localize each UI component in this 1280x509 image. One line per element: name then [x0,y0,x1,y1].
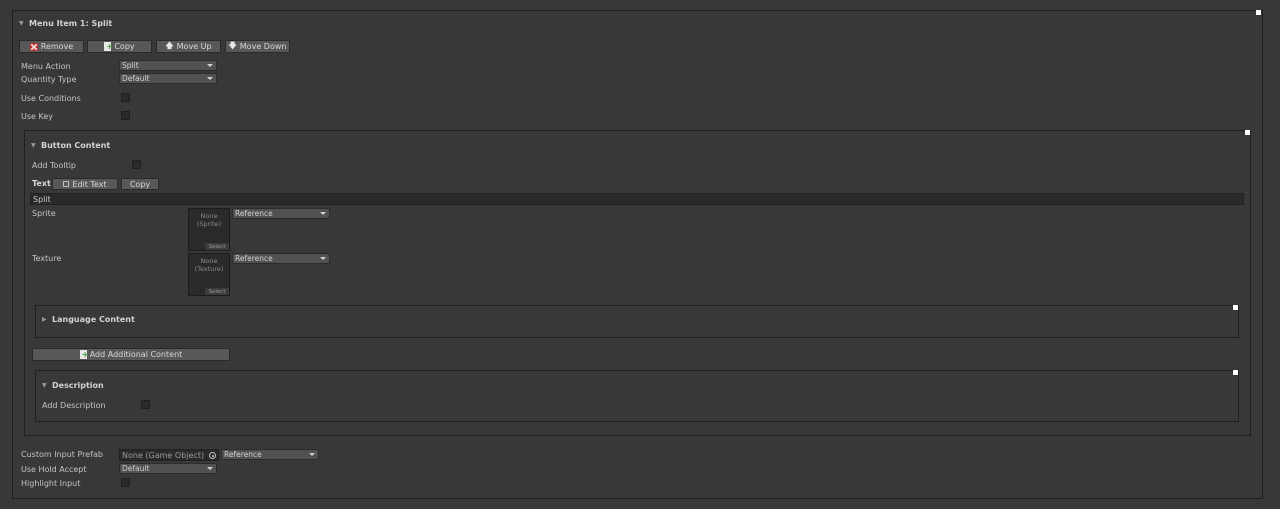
sprite-object-field[interactable]: None (Sprite) Select [188,208,230,251]
chevron-down-icon [207,77,213,80]
copy-button[interactable]: Copy [87,40,152,53]
move-down-label: Move Down [239,42,287,51]
texture-reference-dropdown[interactable]: Reference [232,253,330,264]
edit-text-label: Edit Text [72,179,107,189]
menu-action-dropdown[interactable]: Split [119,60,217,71]
move-up-label: Move Up [176,42,212,51]
sprite-none-text: None (Sprite) [196,212,222,228]
add-tooltip-label: Add Tooltip [32,161,77,170]
remove-label: Remove [40,42,74,51]
texture-select-button[interactable]: Select [205,288,229,295]
edit-icon [63,181,70,187]
menu-item-title: Menu Item 1: Split [29,19,113,28]
add-description-label: Add Description [42,401,106,410]
copy-icon [104,42,113,51]
add-content-icon [79,350,88,359]
panel-corner-handle[interactable] [1233,305,1238,310]
panel-corner-handle[interactable] [1245,130,1250,135]
use-conditions-label: Use Conditions [21,94,81,103]
text-value: Split [33,194,51,204]
description-foldout[interactable]: ▼ Description [42,381,104,390]
button-content-foldout[interactable]: ▼ Button Content [31,141,110,150]
menu-action-label: Menu Action [21,62,71,71]
language-content-panel [35,305,1239,338]
text-value-field[interactable]: Split [30,193,1244,205]
remove-button[interactable]: Remove [19,40,84,53]
use-conditions-checkbox[interactable] [121,93,130,102]
quantity-type-value: Default [122,74,150,83]
add-description-checkbox[interactable] [141,400,150,409]
custom-input-prefab-label: Custom Input Prefab [21,450,103,459]
description-title: Description [52,381,104,390]
arrow-down-icon: 🡇 [228,40,237,50]
add-additional-content-label: Add Additional Content [89,350,183,359]
menu-item-foldout[interactable]: ▼ Menu Item 1: Split [19,19,112,28]
highlight-input-label: Highlight Input [21,479,81,488]
foldout-expanded-icon: ▼ [42,382,47,389]
arrow-up-icon: 🡅 [165,40,174,50]
quantity-type-label: Quantity Type [21,75,77,84]
custom-input-prefab-value: None (Game Object) [122,450,205,460]
language-content-title: Language Content [52,315,135,324]
custom-input-prefab-reference: Reference [224,450,262,459]
highlight-input-checkbox[interactable] [121,478,130,487]
texture-object-field[interactable]: None (Texture) Select [188,253,230,296]
chevron-down-icon [207,467,213,470]
sprite-reference-dropdown[interactable]: Reference [232,208,330,219]
sprite-label: Sprite [32,209,56,218]
custom-input-prefab-field[interactable]: None (Game Object) [119,449,219,461]
chevron-down-icon [320,212,326,215]
description-panel [35,370,1239,422]
foldout-collapsed-icon: ▶ [42,316,47,323]
texture-none-text: None (Texture) [194,257,224,273]
sprite-select-button[interactable]: Select [205,243,229,250]
object-picker-icon[interactable] [209,452,216,459]
texture-reference-value: Reference [235,254,273,263]
language-content-foldout[interactable]: ▶ Language Content [42,315,135,324]
foldout-expanded-icon: ▼ [31,142,36,149]
sprite-reference-value: Reference [235,209,273,218]
texture-label: Texture [32,254,62,263]
chevron-down-icon [207,64,213,67]
move-up-button[interactable]: 🡅 Move Up [156,40,221,53]
chevron-down-icon [320,257,326,260]
use-hold-accept-dropdown[interactable]: Default [119,463,217,474]
foldout-expanded-icon: ▼ [19,20,24,27]
quantity-type-dropdown[interactable]: Default [119,73,217,84]
edit-text-button[interactable]: Edit Text [52,178,118,190]
copy-label: Copy [114,42,135,51]
panel-corner-handle[interactable] [1256,10,1261,15]
remove-icon [29,42,38,51]
move-down-button[interactable]: 🡇 Move Down [225,40,290,53]
use-key-checkbox[interactable] [121,111,130,120]
text-label: Text [32,179,51,188]
chevron-down-icon [309,453,315,456]
menu-action-value: Split [122,61,139,70]
add-tooltip-checkbox[interactable] [132,160,141,169]
add-additional-content-button[interactable]: Add Additional Content [32,348,230,361]
text-copy-label: Copy [129,179,151,189]
text-copy-button[interactable]: Copy [121,178,159,190]
use-hold-accept-label: Use Hold Accept [21,465,87,474]
button-content-title: Button Content [41,141,111,150]
use-hold-accept-value: Default [122,464,150,473]
use-key-label: Use Key [21,112,53,121]
panel-corner-handle[interactable] [1233,370,1238,375]
custom-input-prefab-dropdown[interactable]: Reference [221,449,319,460]
